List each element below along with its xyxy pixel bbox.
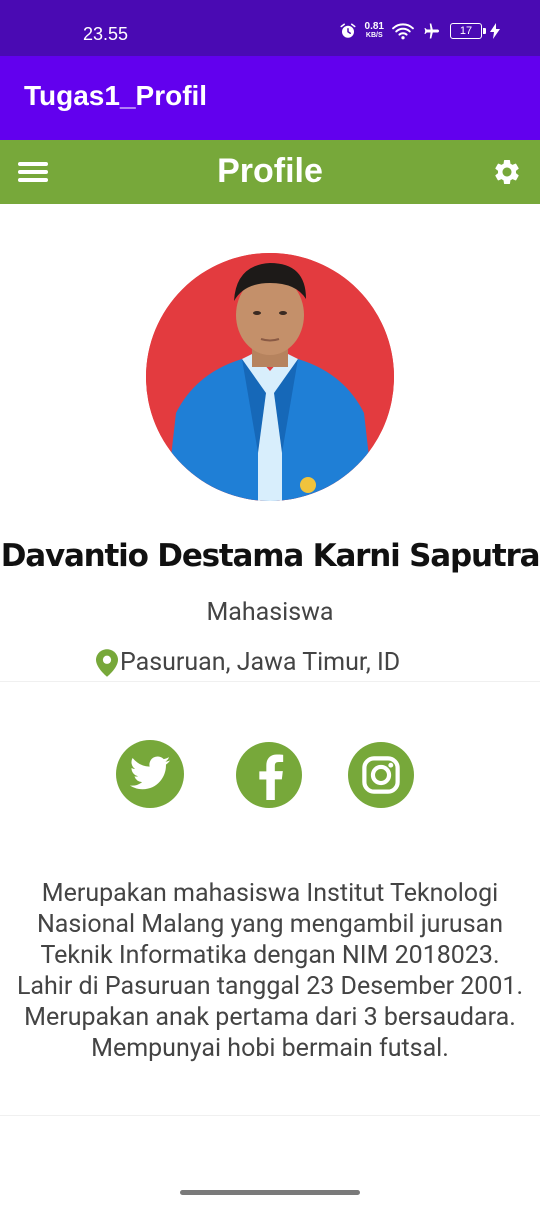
profile-location-text: Pasuruan, Jawa Timur, ID [120, 648, 401, 677]
profile-bio: Merupakan mahasiswa Institut Teknologi N… [16, 879, 524, 1063]
battery-level: 17 [459, 25, 473, 37]
profile-photo [146, 253, 394, 501]
wifi-icon [392, 23, 414, 40]
divider [0, 1115, 540, 1116]
network-speed-value: 0.81 [364, 21, 384, 32]
app-title: Tugas1_Profil [24, 80, 208, 111]
airplane-icon [424, 23, 440, 39]
gear-icon[interactable] [492, 157, 522, 187]
status-time: 23.55 [83, 24, 129, 44]
status-bar: 23.55 0.81 KB/S 17 [0, 0, 540, 56]
divider [0, 681, 540, 682]
profile-name: Davantio Destama Karni Saputra [0, 538, 540, 574]
profile-location: Pasuruan, Jawa Timur, ID [96, 648, 400, 677]
toolbar-title: Profile [217, 152, 323, 190]
twitter-icon[interactable] [116, 740, 184, 808]
status-icons: 0.81 KB/S 17 [339, 22, 500, 40]
profile-avatar [146, 253, 394, 501]
charging-icon [490, 23, 500, 39]
app-bar: Tugas1_Profil [0, 56, 540, 140]
network-speed: 0.81 KB/S [365, 22, 384, 40]
home-indicator[interactable] [180, 1190, 360, 1195]
profile-role: Mahasiswa [206, 598, 334, 627]
facebook-icon[interactable] [236, 742, 302, 808]
network-speed-unit: KB/S [365, 32, 383, 39]
profile-toolbar: Profile [0, 140, 540, 204]
alarm-icon [340, 23, 356, 38]
location-pin-icon [96, 648, 118, 677]
instagram-icon[interactable] [348, 742, 414, 808]
battery-indicator: 17 [450, 23, 486, 39]
